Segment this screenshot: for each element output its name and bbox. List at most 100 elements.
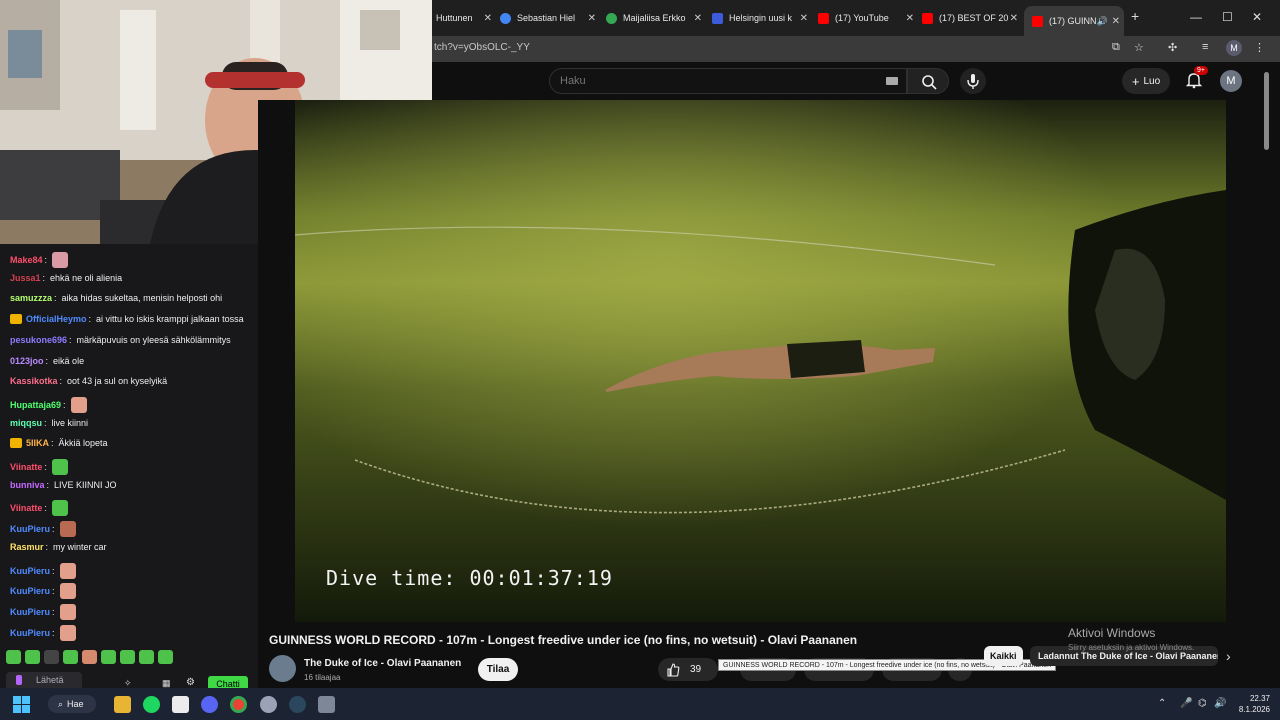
- x-app-icon[interactable]: [172, 696, 189, 713]
- account-avatar[interactable]: M: [1220, 70, 1242, 92]
- scrollbar-thumb[interactable]: [1264, 72, 1269, 150]
- chat-username[interactable]: samuzzza: [10, 293, 52, 303]
- chat-separator: :: [51, 438, 54, 449]
- clock-date: 8.1.2026: [1238, 705, 1270, 714]
- emote-icon[interactable]: [44, 650, 59, 664]
- emote-icon[interactable]: [120, 650, 135, 664]
- chat-username[interactable]: bunniva: [10, 480, 45, 490]
- chat-username[interactable]: KuuPieru: [10, 524, 50, 534]
- emote-icon[interactable]: [158, 650, 173, 664]
- search-button[interactable]: [907, 68, 949, 94]
- news-icon: [712, 12, 723, 24]
- volume-icon[interactable]: 🔊: [1214, 698, 1226, 709]
- tab-close-icon[interactable]: ✕: [800, 13, 808, 24]
- url-field[interactable]: tch?v=yObsOLC-_YY: [434, 42, 530, 53]
- tab-close-icon[interactable]: ✕: [694, 13, 702, 24]
- video-player[interactable]: [295, 100, 1226, 622]
- chat-emote-icon: [59, 521, 76, 538]
- youtube-header: + Luo 9+ M: [432, 62, 1280, 100]
- create-button[interactable]: + Luo: [1122, 68, 1170, 94]
- gear-icon[interactable]: ⚙: [186, 677, 195, 688]
- tab-best-of[interactable]: (17) BEST OF 20 ✕: [922, 6, 1022, 30]
- chat-username[interactable]: KuuPieru: [10, 628, 50, 638]
- youtube-icon: [1032, 15, 1043, 27]
- minimize-button[interactable]: —: [1190, 10, 1202, 24]
- tab-huttunen[interactable]: Huttunen ✕: [436, 6, 496, 30]
- chat-separator: :: [44, 503, 47, 514]
- emote-icon[interactable]: [25, 650, 40, 664]
- chat-username[interactable]: Kassikotka: [10, 376, 58, 386]
- chip-all[interactable]: Kaikki: [984, 646, 1023, 666]
- chat-username[interactable]: pesukone696: [10, 335, 67, 345]
- chat-username[interactable]: KuuPieru: [10, 586, 50, 596]
- file-explorer-icon[interactable]: [114, 696, 131, 713]
- chat-username[interactable]: Make84: [10, 255, 43, 265]
- emote-icon[interactable]: [63, 650, 78, 664]
- bookmark-star-icon[interactable]: ☆: [1134, 41, 1144, 54]
- windows-start-icon[interactable]: [13, 696, 30, 713]
- emote-icon[interactable]: [101, 650, 116, 664]
- steam-icon[interactable]: [289, 696, 306, 713]
- taskbar-search[interactable]: ⌕ Hae: [48, 695, 96, 713]
- tray-chevron-icon[interactable]: ⌃: [1158, 698, 1166, 709]
- mic-icon[interactable]: [16, 675, 22, 685]
- keyboard-icon[interactable]: [886, 77, 898, 85]
- chat-message: KuuPieru:: [10, 603, 76, 620]
- chat-username[interactable]: 0123joo: [10, 356, 44, 366]
- tab-close-icon[interactable]: ✕: [906, 13, 914, 24]
- tab-guinness-active[interactable]: (17) GUINN 🔊 ✕: [1024, 6, 1124, 36]
- audio-icon[interactable]: 🔊: [1097, 16, 1108, 27]
- spotify-icon[interactable]: [143, 696, 160, 713]
- profile-avatar[interactable]: M: [1226, 40, 1242, 56]
- menu-icon[interactable]: ⋮: [1254, 41, 1265, 54]
- new-tab-button[interactable]: +: [1131, 8, 1139, 24]
- chat-username[interactable]: Jussa1: [10, 273, 41, 283]
- channel-name[interactable]: The Duke of Ice - Olavi Paananen: [304, 658, 461, 669]
- chat-username[interactable]: Hupattaja69: [10, 400, 61, 410]
- tab-youtube[interactable]: (17) YouTube ✕: [818, 6, 918, 30]
- emote-icon[interactable]: [139, 650, 154, 664]
- taskbar-clock[interactable]: 22.37 8.1.2026: [1230, 693, 1270, 715]
- screen: Make84: Jussa1: ehkä ne oli alienia samuzzz…: [0, 0, 1280, 720]
- tab-helsingin[interactable]: Helsingin uusi k ✕: [712, 6, 812, 30]
- channel-avatar[interactable]: [269, 655, 296, 682]
- chat-username[interactable]: 5IIKA: [26, 438, 49, 448]
- install-icon[interactable]: ⧉: [1112, 41, 1120, 54]
- tab-label: Huttunen: [436, 13, 473, 23]
- extensions-icon[interactable]: ✣: [1168, 41, 1177, 54]
- like-button[interactable]: 39: [658, 658, 718, 681]
- tab-close-icon[interactable]: ✕: [484, 13, 492, 24]
- chat-message: pesukone696: märkäpuvuis on yleesä sähköl…: [10, 335, 231, 345]
- chevron-right-icon[interactable]: ›: [1226, 648, 1231, 664]
- microphone-icon: [967, 74, 979, 89]
- tab-close-icon[interactable]: ✕: [1010, 13, 1018, 24]
- search-input[interactable]: [560, 73, 860, 89]
- chat-username[interactable]: OfficialHeymo: [26, 314, 87, 324]
- app-icon[interactable]: [260, 696, 277, 713]
- subscribe-button[interactable]: Tilaa: [478, 658, 518, 681]
- windows-activation-subtitle: Siirry asetuksiin ja aktivoi Windows.: [1068, 643, 1195, 652]
- tab-maijaliisa[interactable]: Maijaliisa Erkko ✕: [606, 6, 706, 30]
- tab-sebastian[interactable]: Sebastian Hiel ✕: [500, 6, 600, 30]
- calculator-icon[interactable]: [318, 696, 335, 713]
- tray-mic-icon[interactable]: 🎤: [1180, 698, 1192, 709]
- tab-close-icon[interactable]: ✕: [588, 13, 596, 24]
- chat-username[interactable]: Rasmur: [10, 542, 44, 552]
- chat-emote-icon: [59, 562, 76, 579]
- chat-username[interactable]: KuuPieru: [10, 607, 50, 617]
- network-icon[interactable]: ⌬: [1198, 698, 1207, 709]
- chat-username[interactable]: miqqsu: [10, 418, 42, 428]
- tab-close-icon[interactable]: ✕: [1112, 16, 1120, 27]
- discord-icon[interactable]: [201, 696, 218, 713]
- page-scrollbar[interactable]: [1262, 62, 1270, 682]
- close-window-button[interactable]: ✕: [1252, 10, 1262, 24]
- chat-username[interactable]: Viinatte: [10, 503, 42, 513]
- emote-icon[interactable]: [82, 650, 97, 664]
- media-control-icon[interactable]: ≡: [1202, 41, 1208, 53]
- chat-username[interactable]: Viinatte: [10, 462, 42, 472]
- chat-username[interactable]: KuuPieru: [10, 566, 50, 576]
- maximize-button[interactable]: ☐: [1222, 10, 1233, 24]
- voice-search-button[interactable]: [960, 68, 986, 94]
- chrome-icon[interactable]: [230, 696, 247, 713]
- emote-icon[interactable]: [6, 650, 21, 664]
